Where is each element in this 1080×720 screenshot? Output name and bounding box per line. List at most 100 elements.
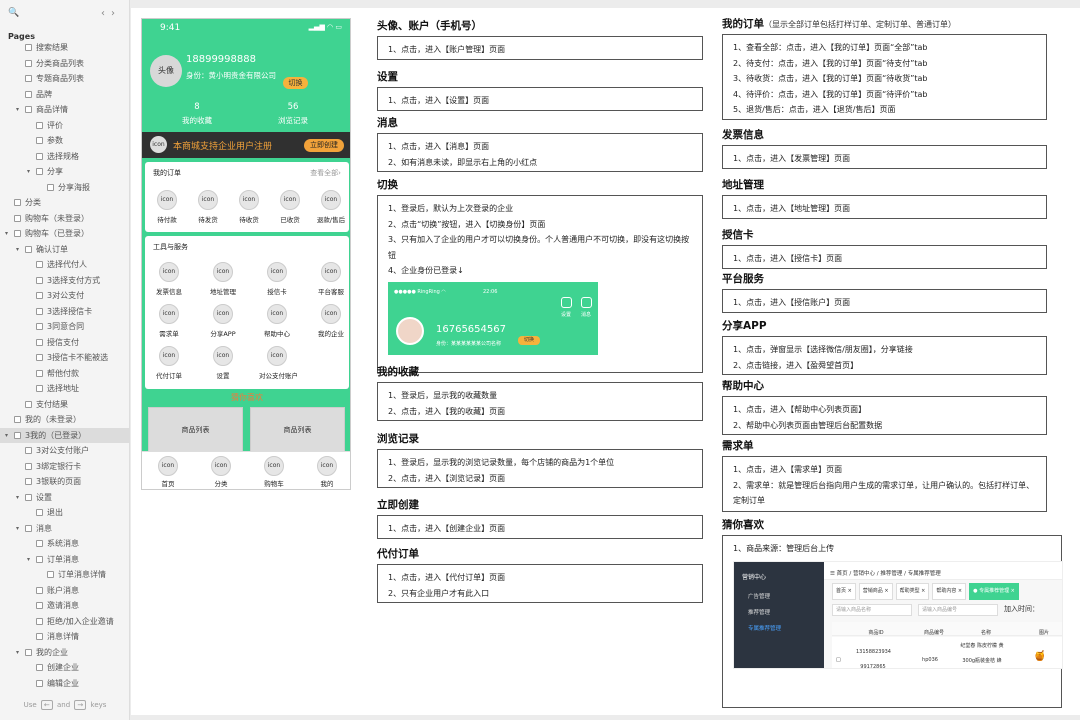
page-tree-item[interactable]: 品牌 xyxy=(0,87,130,103)
page-tree-item[interactable]: 选择地址 xyxy=(0,381,130,397)
expand-toggle-icon[interactable]: ▾ xyxy=(16,645,19,661)
admin-tab[interactable]: 营销商品 × xyxy=(858,582,893,600)
avatar[interactable] xyxy=(396,316,424,345)
page-tree-item[interactable]: 帮他付款 xyxy=(0,366,130,382)
tool-shortcut[interactable]: icon 设置 xyxy=(205,346,241,380)
product-card[interactable]: 商品列表 xyxy=(148,407,243,452)
tool-shortcut[interactable]: icon 我的企业 xyxy=(313,304,349,338)
page-tree-item[interactable]: 3授信卡不能被选 xyxy=(0,350,130,366)
tab-bar-item[interactable]: icon 购物车 xyxy=(254,456,294,488)
page-tree-item[interactable]: 评价 xyxy=(0,118,130,134)
page-tree-item[interactable]: ▾ 3我的（已登录） xyxy=(0,427,130,444)
page-tree-item[interactable]: 消息详情 xyxy=(0,629,130,645)
expand-toggle-icon[interactable]: ▾ xyxy=(16,102,19,118)
admin-tab[interactable]: 帮助内容 × xyxy=(932,582,967,600)
tool-shortcut[interactable]: icon 代付订单 xyxy=(151,346,187,380)
page-tree-item[interactable]: 3对公支付 xyxy=(0,288,130,304)
row-checkbox[interactable]: □ xyxy=(836,653,841,668)
page-tree-item[interactable]: 拒绝/加入企业邀请 xyxy=(0,614,130,630)
switch-identity-button[interactable]: 切换 xyxy=(518,335,540,345)
page-tree-item[interactable]: 创建企业 xyxy=(0,660,130,676)
tool-shortcut[interactable]: icon 平台客服 xyxy=(313,262,349,296)
page-tree-item[interactable]: 账户消息 xyxy=(0,583,130,599)
page-tree-item[interactable]: 选择代付人 xyxy=(0,257,130,273)
product-name-input[interactable]: 请输入商品名称 xyxy=(832,603,912,616)
page-item-label: 分享 xyxy=(47,167,63,176)
page-tree-item[interactable]: 3选择支付方式 xyxy=(0,273,130,289)
page-tree-item[interactable]: 搜索结果 xyxy=(0,40,130,56)
admin-menu-item[interactable]: 专属推荐管理 xyxy=(748,622,781,638)
page-tree-item[interactable]: 分享海报 xyxy=(0,180,130,196)
admin-menu-item[interactable]: 推荐管理 xyxy=(748,606,770,622)
product-code-input[interactable]: 请输入商品编号 xyxy=(918,603,998,616)
order-shortcut[interactable]: icon 待付款 xyxy=(149,190,185,224)
admin-tab[interactable]: 帮助类型 × xyxy=(895,582,930,600)
page-tree-item[interactable]: ▾ 我的企业 xyxy=(0,645,130,661)
phone-number[interactable]: 18899998888 xyxy=(186,54,256,65)
message-icon[interactable]: 消息 xyxy=(576,296,596,324)
history-stat[interactable]: 56 浏览记录 xyxy=(263,102,323,126)
order-shortcut[interactable]: icon 已收货 xyxy=(272,190,308,224)
tab-bar-item[interactable]: icon 首页 xyxy=(148,456,188,488)
page-tree-item[interactable]: 退出 xyxy=(0,505,130,521)
favorites-stat[interactable]: 8 我的收藏 xyxy=(167,102,227,126)
page-tree-item[interactable]: 选择规格 xyxy=(0,149,130,165)
page-tree-item[interactable]: ▾ 商品详情 xyxy=(0,102,130,118)
page-tree-item[interactable]: 系统消息 xyxy=(0,536,130,552)
admin-tab[interactable]: ● 专属推荐管理 × xyxy=(969,582,1019,600)
page-tree-item[interactable]: 参数 xyxy=(0,133,130,149)
avatar[interactable]: 头像 xyxy=(150,55,182,87)
expand-toggle-icon[interactable]: ▾ xyxy=(16,521,19,537)
page-tree-item[interactable]: 授信支付 xyxy=(0,335,130,351)
settings-icon[interactable]: 设置 xyxy=(556,296,576,324)
page-tree-item[interactable]: ▾ 购物车（已登录） xyxy=(0,226,130,242)
page-tree-item[interactable]: ▾ 消息 xyxy=(0,521,130,537)
tool-shortcut-label: 代付订单 xyxy=(156,372,182,380)
chevron-left-icon[interactable]: ‹ xyxy=(101,8,111,19)
expand-toggle-icon[interactable]: ▾ xyxy=(27,552,30,568)
admin-tab[interactable]: 首页 × xyxy=(832,582,856,600)
expand-toggle-icon[interactable]: ▾ xyxy=(16,490,19,506)
order-shortcut[interactable]: icon 退款/售后 xyxy=(313,190,349,224)
tool-shortcut[interactable]: icon 需求单 xyxy=(151,304,187,338)
page-tree-item[interactable]: 订单消息详情 xyxy=(0,567,130,583)
page-tree-item[interactable]: ▾ 设置 xyxy=(0,490,130,506)
switch-identity-button[interactable]: 切换 xyxy=(283,77,308,89)
page-tree-item[interactable]: 3选择授信卡 xyxy=(0,304,130,320)
expand-toggle-icon[interactable]: ▾ xyxy=(5,428,8,444)
view-all-link[interactable]: 查看全部› xyxy=(310,168,341,178)
order-shortcut[interactable]: icon 待收货 xyxy=(231,190,267,224)
page-tree-item[interactable]: ▾ 订单消息 xyxy=(0,552,130,568)
tool-shortcut[interactable]: icon 授信卡 xyxy=(259,262,295,296)
page-tree-item[interactable]: 购物车（未登录） xyxy=(0,211,130,227)
page-tree-item[interactable]: 编辑企业 xyxy=(0,676,130,691)
page-tree-item[interactable]: 3对公支付账户 xyxy=(0,443,130,459)
tool-shortcut[interactable]: icon 分享APP xyxy=(205,304,241,338)
tab-bar-item[interactable]: icon 我的 xyxy=(307,456,347,488)
page-tree-item[interactable]: 支付结果 xyxy=(0,397,130,413)
tool-shortcut[interactable]: icon 发票信息 xyxy=(151,262,187,296)
admin-menu-item[interactable]: 广告管理 xyxy=(748,590,770,606)
chevron-right-icon[interactable]: › xyxy=(111,8,121,19)
page-tree-item[interactable]: 专题商品列表 xyxy=(0,71,130,87)
expand-toggle-icon[interactable]: ▾ xyxy=(16,242,19,258)
page-tree-item[interactable]: ▾ 分享 xyxy=(0,164,130,180)
tab-bar-item[interactable]: icon 分类 xyxy=(201,456,241,488)
expand-toggle-icon[interactable]: ▾ xyxy=(5,226,8,242)
page-tree-item[interactable]: ▾ 确认订单 xyxy=(0,242,130,258)
page-tree-item[interactable]: 分类商品列表 xyxy=(0,56,130,72)
page-tree-item[interactable]: 邀请消息 xyxy=(0,598,130,614)
page-tree-item[interactable]: 我的（未登录） xyxy=(0,412,130,428)
page-tree-item[interactable]: 3银联的页面 xyxy=(0,474,130,490)
page-tree-item[interactable]: 3同意合同 xyxy=(0,319,130,335)
page-tree-item[interactable]: 分类 xyxy=(0,195,130,211)
tool-shortcut[interactable]: icon 对公支付账户 xyxy=(259,346,298,380)
product-card[interactable]: 商品列表 xyxy=(250,407,345,452)
tool-shortcut[interactable]: icon 地址管理 xyxy=(205,262,241,296)
expand-toggle-icon[interactable]: ▾ xyxy=(27,164,30,180)
create-now-button[interactable]: 立即创建 xyxy=(304,139,344,152)
tool-shortcut[interactable]: icon 帮助中心 xyxy=(259,304,295,338)
order-shortcut[interactable]: icon 待发货 xyxy=(190,190,226,224)
search-icon[interactable]: 🔍 xyxy=(8,8,19,18)
page-tree-item[interactable]: 3绑定银行卡 xyxy=(0,459,130,475)
